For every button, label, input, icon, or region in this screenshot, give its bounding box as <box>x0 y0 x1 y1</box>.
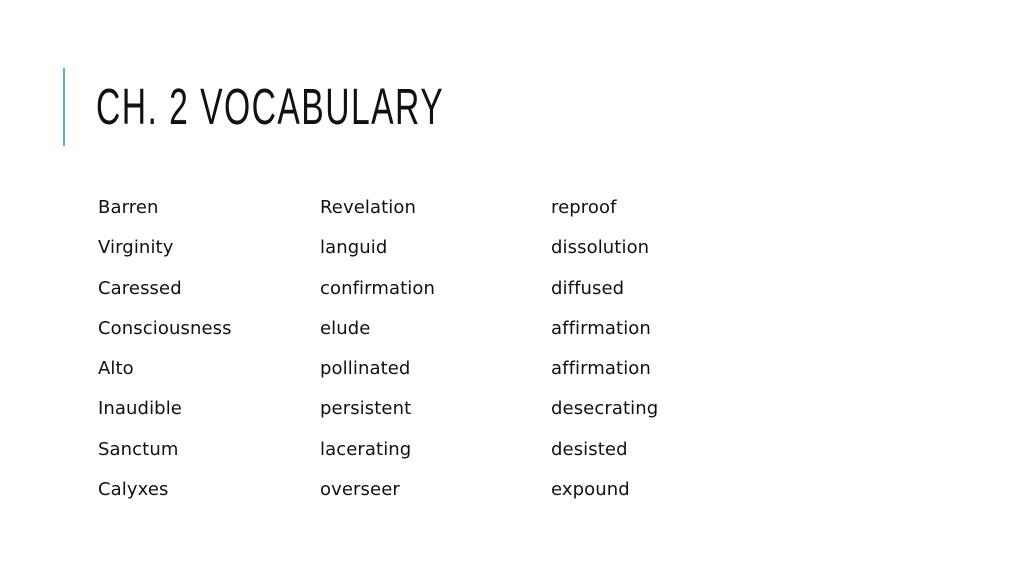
vocabulary-word: affirmation <box>551 317 651 339</box>
vocabulary-word: Revelation <box>320 197 417 218</box>
vocabulary-word: Virginity <box>98 237 174 259</box>
vocabulary-word: elude <box>320 317 371 339</box>
vocabulary-word: lacerating <box>320 438 412 460</box>
vocabulary-word: affirmation <box>551 358 651 380</box>
vocabulary-word: desecrating <box>551 398 659 420</box>
vocabulary-word: Sanctum <box>98 438 179 460</box>
vocabulary-word: pollinated <box>320 358 411 380</box>
vocabulary-word: desisted <box>551 438 628 460</box>
vocabulary-word: confirmation <box>320 277 435 299</box>
vocabulary-word: reproof <box>551 197 617 218</box>
vocabulary-column-1: Barren Virginity Caressed Consciousness … <box>98 196 232 518</box>
vocabulary-word: languid <box>320 237 388 259</box>
vocabulary-word: Alto <box>98 358 134 380</box>
vocabulary-list: Barren Virginity Caressed Consciousness … <box>0 0 1024 576</box>
vocabulary-word: diffused <box>551 277 625 299</box>
vocabulary-word: Caressed <box>98 277 182 299</box>
vocabulary-word: dissolution <box>551 237 650 259</box>
vocabulary-word: Barren <box>98 197 159 218</box>
vocabulary-word: expound <box>551 479 630 501</box>
vocabulary-column-2: Revelation languid confirmation elude po… <box>320 196 435 518</box>
vocabulary-word: overseer <box>320 479 400 501</box>
vocabulary-word: Consciousness <box>98 317 232 339</box>
vocabulary-word: persistent <box>320 398 412 420</box>
vocabulary-word: Inaudible <box>98 398 182 420</box>
vocabulary-column-3: reproof dissolution diffused affirmation… <box>551 196 658 518</box>
vocabulary-word: Calyxes <box>98 479 169 501</box>
